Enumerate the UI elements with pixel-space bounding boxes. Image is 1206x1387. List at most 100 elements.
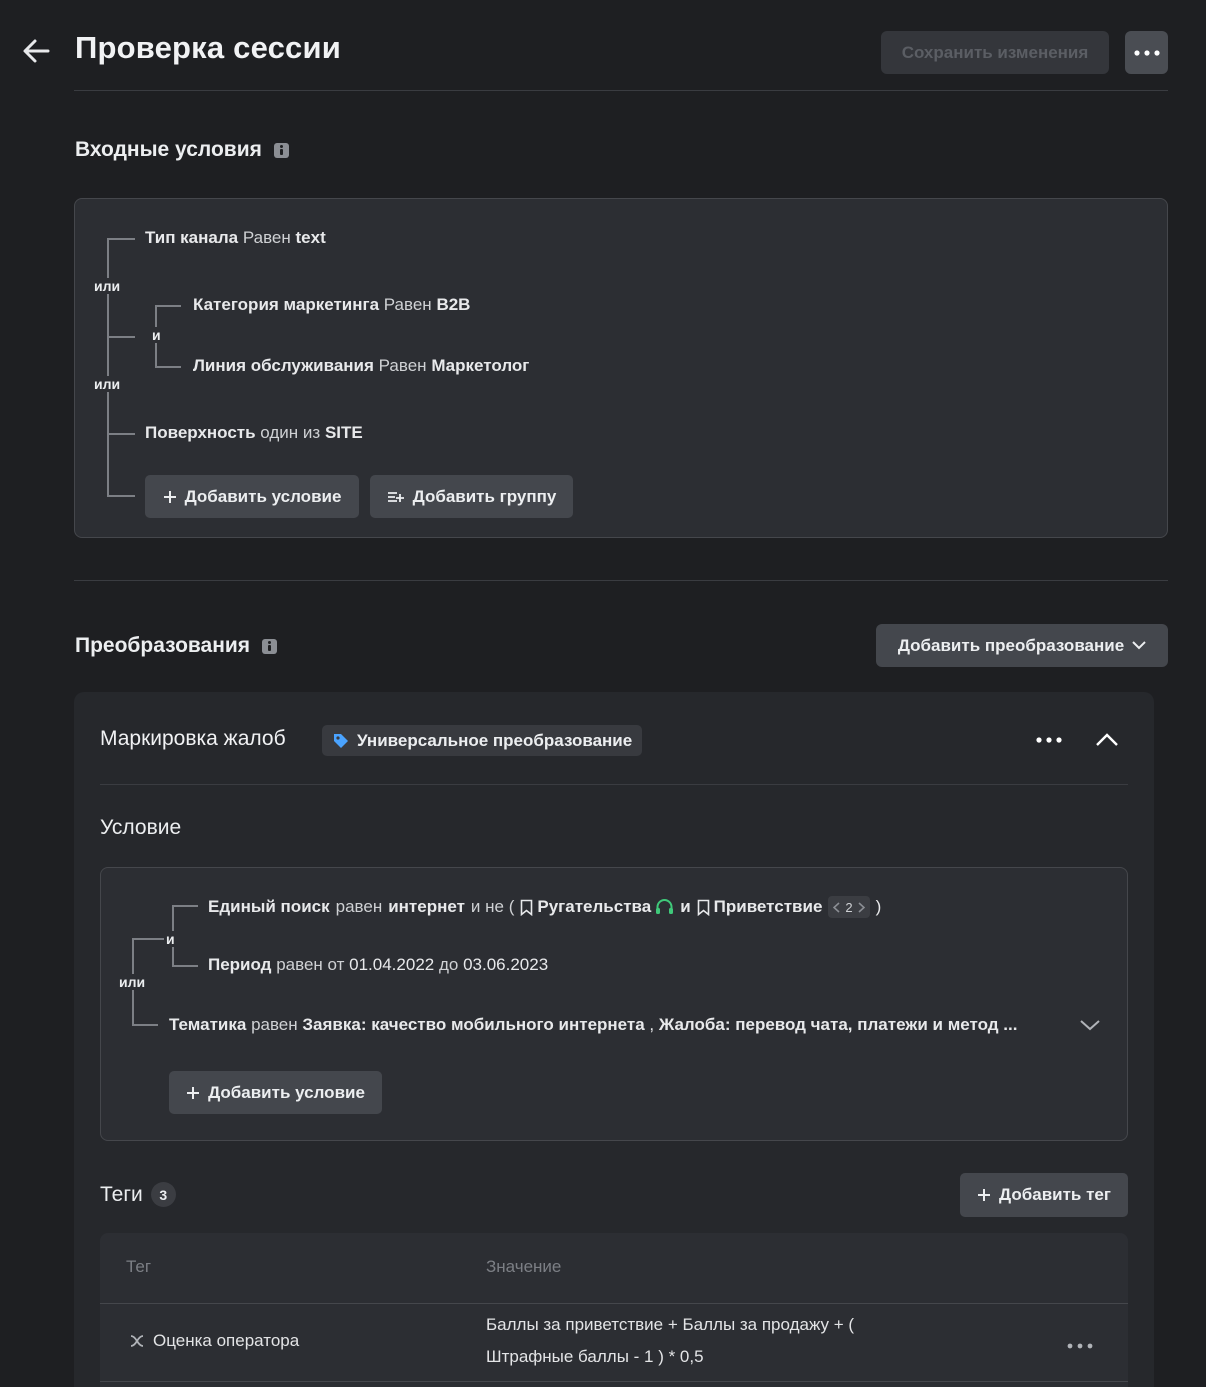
save-changes-button[interactable]: Сохранить изменения bbox=[881, 31, 1109, 74]
info-icon[interactable] bbox=[262, 638, 278, 654]
formula-x-icon bbox=[129, 1334, 145, 1353]
and-operator[interactable]: и bbox=[150, 327, 163, 343]
add-condition-button[interactable]: Добавить условие bbox=[169, 1071, 382, 1114]
back-arrow-icon[interactable] bbox=[20, 36, 52, 66]
condition-operator: один из bbox=[260, 423, 321, 442]
tree-branch bbox=[155, 366, 181, 368]
chevron-right-icon bbox=[858, 901, 865, 913]
chevron-down-icon bbox=[1080, 1020, 1100, 1031]
tag-chip-greeting[interactable]: Приветствие bbox=[697, 897, 823, 917]
to-label: до bbox=[438, 955, 459, 974]
condition-field: Период bbox=[208, 955, 272, 974]
and-not-label: и не ( bbox=[470, 897, 515, 916]
from-label: от bbox=[327, 955, 345, 974]
and-label: и bbox=[680, 897, 691, 916]
bookmark-icon bbox=[697, 899, 709, 916]
column-header-value[interactable]: Значение bbox=[486, 1257, 561, 1277]
condition-value: Заявка: качество мобильного интернета bbox=[302, 1015, 645, 1034]
plus-icon bbox=[163, 490, 176, 503]
tree-branch bbox=[107, 495, 135, 497]
add-condition-label: Добавить условие bbox=[184, 486, 342, 506]
or-operator[interactable]: или bbox=[92, 376, 123, 392]
date-from: 01.04.2022 bbox=[349, 955, 435, 974]
add-tag-label: Добавить тег bbox=[999, 1185, 1111, 1204]
counter-value: 2 bbox=[845, 899, 853, 915]
condition-field: Единый поиск bbox=[208, 897, 330, 916]
tree-line bbox=[107, 238, 109, 496]
condition-topic[interactable]: Тематика равен Заявка: качество мобильно… bbox=[169, 1015, 1059, 1035]
tags-count-badge: 3 bbox=[150, 1182, 176, 1207]
condition-channel-type[interactable]: Тип канала Равен text bbox=[145, 228, 326, 248]
collapse-button[interactable] bbox=[1094, 728, 1120, 752]
tag-chip-label: Ругательства bbox=[537, 897, 652, 916]
tags-heading: Теги 3 bbox=[100, 1182, 176, 1207]
card-more-button[interactable] bbox=[1033, 730, 1065, 750]
add-group-button[interactable]: Добавить группу bbox=[370, 475, 573, 518]
row-more-button[interactable] bbox=[1066, 1337, 1094, 1349]
date-to: 03.06.2023 bbox=[463, 955, 549, 974]
condition-operator: равен bbox=[335, 897, 383, 916]
and-operator[interactable]: и bbox=[164, 931, 177, 947]
condition-operator: Равен bbox=[383, 295, 432, 314]
headset-icon bbox=[656, 899, 674, 914]
condition-field: Линия обслуживания bbox=[193, 356, 374, 375]
pager-counter[interactable]: 2 bbox=[828, 896, 870, 918]
more-options-button[interactable] bbox=[1125, 31, 1168, 74]
tree-branch bbox=[107, 433, 135, 435]
chevron-left-icon bbox=[833, 901, 840, 913]
add-tag-button[interactable]: Добавить тег bbox=[960, 1173, 1128, 1217]
section-divider bbox=[74, 580, 1168, 581]
condition-operator: Равен bbox=[378, 356, 427, 375]
condition-field: Тематика bbox=[169, 1015, 247, 1034]
info-icon[interactable] bbox=[273, 142, 289, 158]
condition-unified-search[interactable]: Единый поиск равен интернет и не ( Ругат… bbox=[208, 896, 881, 918]
tree-branch bbox=[172, 905, 198, 907]
tree-branch bbox=[132, 1024, 158, 1026]
or-operator[interactable]: или bbox=[117, 974, 148, 990]
or-operator[interactable]: или bbox=[92, 278, 123, 294]
tree-branch bbox=[107, 238, 135, 240]
tag-chip-swearing[interactable]: Ругательства bbox=[520, 897, 674, 917]
value-separator: , bbox=[649, 1015, 655, 1034]
more-dots-icon bbox=[1133, 49, 1160, 56]
condition-field: Категория маркетинга bbox=[193, 295, 380, 314]
page-title: Проверка сессии bbox=[75, 30, 342, 65]
condition-value: text bbox=[295, 228, 326, 247]
transform-type-badge: Универсальное преобразование bbox=[322, 725, 643, 756]
add-condition-label: Добавить условие bbox=[208, 1082, 365, 1102]
column-header-tag[interactable]: Тег bbox=[126, 1257, 151, 1277]
add-transform-label: Добавить преобразование bbox=[897, 635, 1125, 655]
transforms-heading: Преобразования bbox=[75, 634, 278, 658]
add-condition-button[interactable]: Добавить условие bbox=[145, 475, 359, 518]
condition-field: Тип канала bbox=[145, 228, 239, 247]
condition-value: Маркетолог bbox=[431, 356, 530, 375]
chevron-down-icon bbox=[1132, 641, 1146, 650]
condition-value: интернет bbox=[388, 897, 465, 916]
tag-icon bbox=[334, 734, 348, 748]
condition-service-line[interactable]: Линия обслуживания Равен Маркетолог bbox=[193, 356, 529, 376]
add-group-icon bbox=[387, 491, 404, 502]
condition-field: Поверхность bbox=[145, 423, 256, 442]
plus-icon bbox=[187, 1086, 200, 1099]
tree-branch bbox=[107, 336, 135, 338]
condition-marketing-category[interactable]: Категория маркетинга Равен B2B bbox=[193, 295, 470, 315]
more-dots-icon bbox=[1036, 737, 1062, 743]
input-conditions-title: Входные условия bbox=[75, 138, 262, 161]
header-divider bbox=[74, 90, 1168, 91]
condition-surface[interactable]: Поверхность один из SITE bbox=[145, 423, 363, 443]
add-group-label: Добавить группу bbox=[412, 486, 557, 506]
tag-chip-label: Приветствие bbox=[713, 897, 823, 916]
card-divider bbox=[100, 784, 1128, 785]
condition-operator: равен bbox=[251, 1015, 298, 1034]
more-dots-icon bbox=[1067, 1343, 1093, 1349]
condition-period[interactable]: Период равен от 01.04.2022 до 03.06.2023 bbox=[208, 955, 548, 975]
condition-subheading: Условие bbox=[100, 816, 182, 839]
transforms-title: Преобразования bbox=[75, 634, 251, 657]
input-conditions-heading: Входные условия bbox=[75, 138, 289, 162]
tree-branch bbox=[155, 305, 181, 307]
condition-value: B2B bbox=[436, 295, 471, 314]
add-transform-dropdown[interactable]: Добавить преобразование bbox=[876, 624, 1168, 667]
tag-value-line: Баллы за приветствие + Баллы за продажу … bbox=[486, 1315, 855, 1334]
expand-values-button[interactable] bbox=[1078, 1016, 1102, 1034]
chevron-up-icon bbox=[1096, 733, 1118, 746]
